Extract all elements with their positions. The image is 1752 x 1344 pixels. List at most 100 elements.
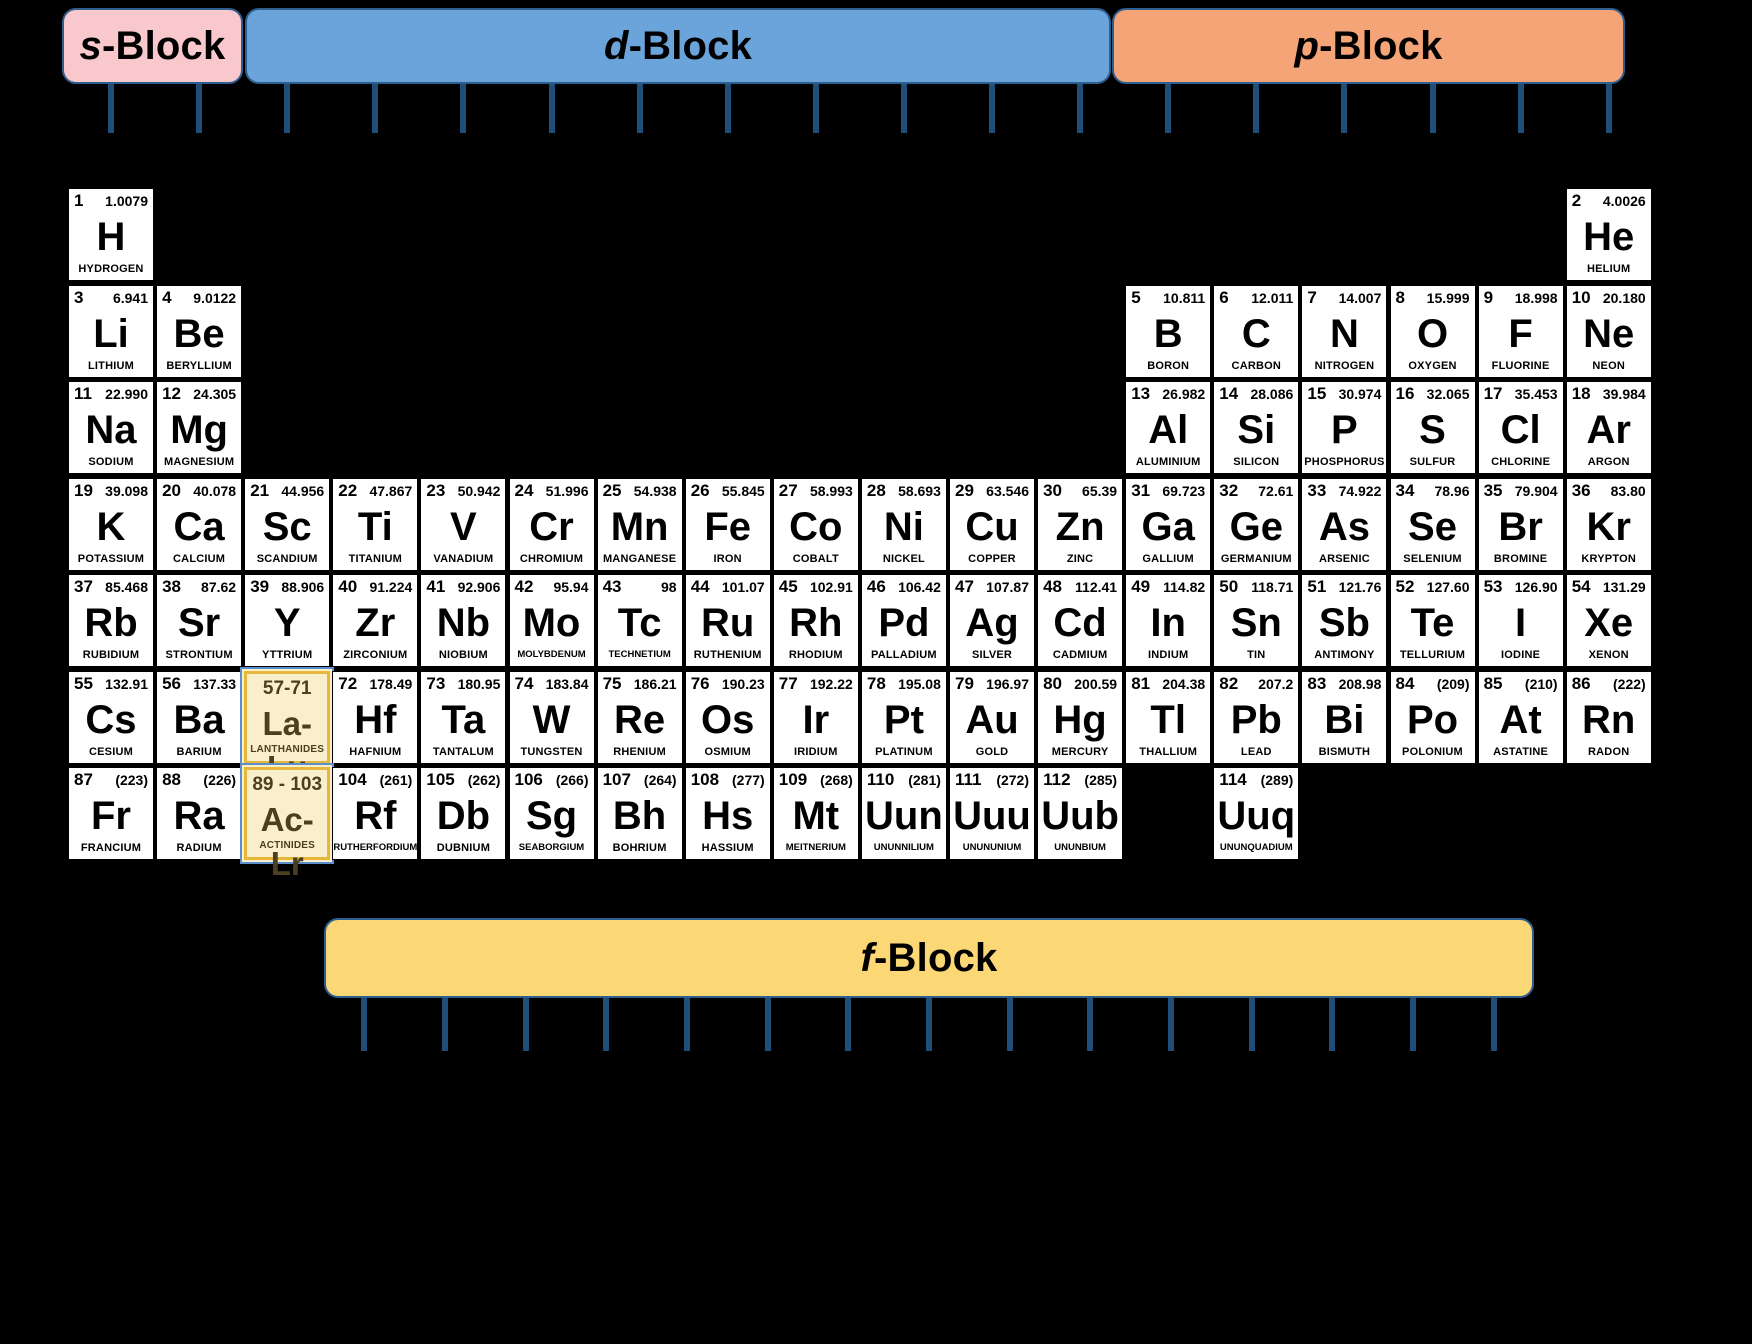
element-cell[interactable]: 17 35.453 Cl CHLORINE <box>1477 381 1564 474</box>
element-cell[interactable]: 54 131.29 Xe XENON <box>1565 574 1652 667</box>
element-cell[interactable]: 11 22.990 Na SODIUM <box>68 381 154 474</box>
element-cell[interactable]: 80 200.59 Hg MERCURY <box>1037 670 1124 764</box>
element-cell[interactable]: 28 58.693 Ni NICKEL <box>860 477 947 571</box>
s-block-banner[interactable]: s -Block <box>62 8 243 84</box>
element-cell[interactable]: 25 54.938 Mn MANGANESE <box>596 477 683 571</box>
element-symbol: Mo <box>522 601 581 645</box>
element-symbol: Ta <box>441 697 486 742</box>
element-cell[interactable]: 24 51.996 Cr CHROMIUM <box>508 477 595 571</box>
element-cell[interactable]: 34 78.96 Se SELENIUM <box>1389 477 1476 571</box>
element-cell[interactable]: 5 10.811 B BORON <box>1125 284 1212 378</box>
element-cell[interactable]: 50 118.71 Sn TIN <box>1213 574 1300 667</box>
element-cell[interactable]: 55 132.91 Cs CESIUM <box>68 670 154 764</box>
element-cell[interactable]: 44 101.07 Ru RUTHENIUM <box>684 574 771 667</box>
element-cell[interactable]: 27 58.993 Co COBALT <box>772 477 859 571</box>
element-cell[interactable]: 29 63.546 Cu COPPER <box>949 477 1035 571</box>
element-cell[interactable]: 43 98 Tc TECHNETIUM <box>596 574 683 667</box>
element-cell[interactable]: 85 (210) At ASTATINE <box>1477 670 1564 764</box>
element-cell[interactable]: 81 204.38 Tl THALLIUM <box>1125 670 1212 764</box>
element-cell[interactable]: 78 195.08 Pt PLATINUM <box>860 670 947 764</box>
element-cell[interactable]: 8 15.999 O OXYGEN <box>1389 284 1476 378</box>
element-cell[interactable]: 36 83.80 Kr KRYPTON <box>1565 477 1652 571</box>
element-symbol: N <box>1329 311 1359 356</box>
element-cell[interactable]: 107 (264) Bh BOHRIUM <box>596 767 683 860</box>
element-cell[interactable]: 106 (266) Sg SEABORGIUM <box>508 767 595 860</box>
element-cell[interactable]: 110 (281) Uun UNUNNILIUM <box>860 767 947 860</box>
element-cell[interactable]: 47 107.87 Ag SILVER <box>949 574 1035 667</box>
element-cell[interactable]: 23 50.942 V VANADIUM <box>420 477 507 571</box>
element-cell[interactable]: 76 190.23 Os OSMIUM <box>684 670 771 764</box>
element-cell[interactable]: 41 92.906 Nb NIOBIUM <box>420 574 507 667</box>
element-cell[interactable]: 83 208.98 Bi BISMUTH <box>1301 670 1388 764</box>
atomic-number: 39 <box>250 577 270 596</box>
element-cell[interactable]: 109 (268) Mt MEITNERIUM <box>772 767 859 860</box>
element-cell[interactable]: 32 72.61 Ge GERMANIUM <box>1213 477 1300 571</box>
element-cell[interactable]: 13 26.982 Al ALUMINIUM <box>1125 381 1212 474</box>
element-cell[interactable]: 86 (222) Rn RADON <box>1565 670 1652 764</box>
element-cell[interactable]: 77 192.22 Ir IRIDIUM <box>772 670 859 764</box>
f-block-banner[interactable]: f -Block <box>324 918 1534 998</box>
element-cell[interactable]: 31 69.723 Ga GALLIUM <box>1125 477 1212 571</box>
element-cell[interactable]: 10 20.180 Ne NEON <box>1565 284 1652 378</box>
element-series-cell[interactable]: 89 - 103 Ac-Lr ACTINIDES <box>244 767 331 882</box>
element-cell[interactable]: 19 39.098 K POTASSIUM <box>68 477 154 571</box>
element-cell[interactable]: 9 18.998 F FLUORINE <box>1477 284 1564 378</box>
element-cell[interactable]: 7 14.007 N NITROGEN <box>1301 284 1388 378</box>
element-cell[interactable]: 37 85.468 Rb RUBIDIUM <box>68 574 154 667</box>
element-cell[interactable]: 38 87.62 Sr STRONTIUM <box>156 574 243 667</box>
element-cell[interactable]: 73 180.95 Ta TANTALUM <box>420 670 507 764</box>
element-name: COPPER <box>968 552 1016 565</box>
element-cell[interactable]: 4 9.0122 Be BERYLLIUM <box>156 284 243 378</box>
element-symbol: Sb <box>1318 601 1370 645</box>
element-cell[interactable]: 33 74.922 As ARSENIC <box>1301 477 1388 571</box>
element-cell[interactable]: 108 (277) Hs HASSIUM <box>684 767 771 860</box>
element-cell[interactable]: 112 (285) Uub UNUNBIUM <box>1037 767 1124 860</box>
element-cell[interactable]: 114 (289) Uuq UNUNQUADIUM <box>1213 767 1300 860</box>
element-cell[interactable]: 40 91.224 Zr ZIRCONIUM <box>332 574 419 667</box>
element-cell[interactable]: 30 65.39 Zn ZINC <box>1037 477 1124 571</box>
element-cell[interactable]: 21 44.956 Sc SCANDIUM <box>244 477 331 571</box>
element-cell[interactable]: 3 6.941 Li LITHIUM <box>68 284 154 378</box>
element-cell[interactable]: 75 186.21 Re RHENIUM <box>596 670 683 764</box>
element-cell[interactable]: 18 39.984 Ar ARGON <box>1565 381 1652 474</box>
element-cell[interactable]: 1 1.0079 H HYDROGEN <box>68 188 154 281</box>
element-cell[interactable]: 82 207.2 Pb LEAD <box>1213 670 1300 764</box>
element-cell[interactable]: 105 (262) Db DUBNIUM <box>420 767 507 860</box>
element-cell[interactable]: 45 102.91 Rh RHODIUM <box>772 574 859 667</box>
d-block-banner[interactable]: d -Block <box>245 8 1111 84</box>
element-cell[interactable]: 20 40.078 Ca CALCIUM <box>156 477 243 571</box>
p-block-banner[interactable]: p -Block <box>1112 8 1625 84</box>
element-cell[interactable]: 104 (261) Rf RUTHERFORDIUM <box>332 767 419 860</box>
element-cell[interactable]: 49 114.82 In INDIUM <box>1125 574 1212 667</box>
element-cell[interactable]: 42 95.94 Mo MOLYBDENUM <box>508 574 595 667</box>
tick-mark-top <box>636 84 643 133</box>
atomic-mass: (261) <box>379 772 413 788</box>
element-cell[interactable]: 79 196.97 Au GOLD <box>949 670 1035 764</box>
element-cell[interactable]: 15 30.974 P PHOSPHORUS <box>1301 381 1388 474</box>
element-cell[interactable]: 48 112.41 Cd CADMIUM <box>1037 574 1124 667</box>
element-cell[interactable]: 88 (226) Ra RADIUM <box>156 767 243 860</box>
element-cell[interactable]: 6 12.011 C CARBON <box>1213 284 1300 378</box>
element-cell[interactable]: 26 55.845 Fe IRON <box>684 477 771 571</box>
element-cell[interactable]: 12 24.305 Mg MAGNESIUM <box>156 381 243 474</box>
element-cell[interactable]: 14 28.086 Si SILICON <box>1213 381 1300 474</box>
element-cell[interactable]: 84 (209) Po POLONIUM <box>1389 670 1476 764</box>
element-cell[interactable]: 46 106.42 Pd PALLADIUM <box>860 574 947 667</box>
element-cell[interactable]: 35 79.904 Br BROMINE <box>1477 477 1564 571</box>
element-cell[interactable]: 52 127.60 Te TELLURIUM <box>1389 574 1476 667</box>
element-symbol: Ir <box>802 697 830 742</box>
element-cell[interactable]: 2 4.0026 He HELIUM <box>1565 188 1652 281</box>
element-cell[interactable]: 72 178.49 Hf HAFNIUM <box>332 670 419 764</box>
element-cell[interactable]: 111 (272) Uuu UNUNUNIUM <box>949 767 1035 860</box>
element-cell[interactable]: 74 183.84 W TUNGSTEN <box>508 670 595 764</box>
element-cell[interactable]: 87 (223) Fr FRANCIUM <box>68 767 154 860</box>
element-cell[interactable]: 56 137.33 Ba BARIUM <box>156 670 243 764</box>
element-series-cell[interactable]: 57-71La-LuLANTHANIDES <box>244 670 331 786</box>
element-symbol: As <box>1318 504 1370 549</box>
element-name: NICKEL <box>882 552 925 565</box>
element-cell[interactable]: 39 88.906 Y YTTRIUM <box>244 574 331 667</box>
element-cell[interactable]: 53 126.90 I IODINE <box>1477 574 1564 667</box>
element-cell[interactable]: 16 32.065 S SULFUR <box>1389 381 1476 474</box>
element-cell[interactable]: 51 121.76 Sb ANTIMONY <box>1301 574 1388 667</box>
element-cell[interactable]: 22 47.867 Ti TITANIUM <box>332 477 419 571</box>
